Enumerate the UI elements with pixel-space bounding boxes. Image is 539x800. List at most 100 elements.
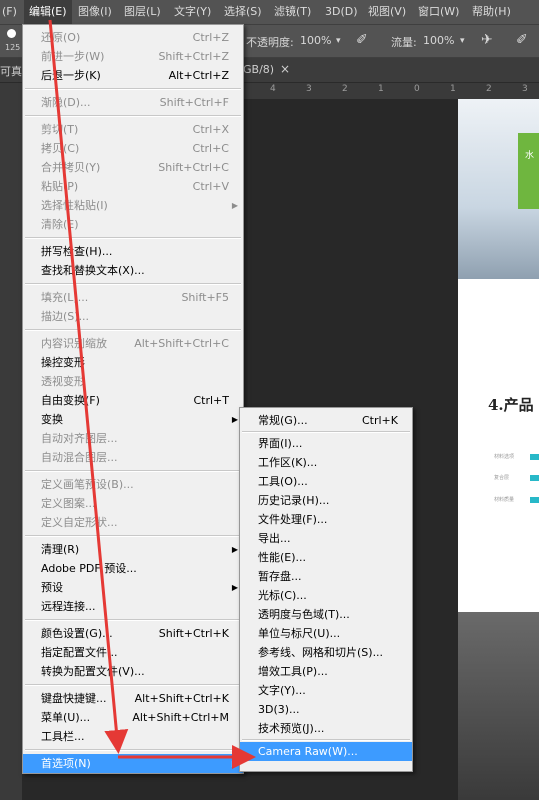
edit-menu-item[interactable]: 清理(R) ▶: [23, 540, 243, 559]
edit-menu-item[interactable]: 指定配置文件...: [23, 643, 243, 662]
brush-preview-icon[interactable]: [7, 29, 16, 38]
preferences-menu-item[interactable]: 工作区(K)...: [240, 453, 412, 472]
menu-filter[interactable]: 滤镜(T): [274, 0, 311, 24]
edit-menu-item[interactable]: 透视变形: [23, 372, 243, 391]
bar-label: 复合层: [494, 475, 510, 481]
edit-menu-item[interactable]: 颜色设置(G)... Shift+Ctrl+K: [23, 624, 243, 643]
menu-item-shortcut: Ctrl+Z: [192, 31, 229, 44]
edit-menu-item[interactable]: 还原(O) Ctrl+Z: [23, 28, 243, 47]
preferences-menu-item[interactable]: 单位与标尺(U)...: [240, 624, 412, 643]
edit-menu-item[interactable]: Adobe PDF 预设...: [23, 559, 243, 578]
menu-item-label: 自动混合图层...: [41, 451, 118, 464]
preferences-menu-item[interactable]: 性能(E)...: [240, 548, 412, 567]
edit-menu-item[interactable]: 远程连接...: [23, 597, 243, 616]
preferences-menu-item[interactable]: 透明度与色域(T)...: [240, 605, 412, 624]
menu-item-shortcut: Alt+Shift+Ctrl+K: [134, 692, 229, 705]
edit-menu-item[interactable]: 渐隐(D)... Shift+Ctrl+F: [23, 93, 243, 112]
opacity-label: 不透明度:: [246, 36, 294, 49]
chevron-down-icon[interactable]: ▾: [460, 36, 465, 46]
edit-menu-item[interactable]: 键盘快捷键... Alt+Shift+Ctrl+K: [23, 689, 243, 708]
menu-item-label: 定义画笔预设(B)...: [41, 478, 134, 491]
menu-item-label: 清除(E): [41, 218, 79, 231]
edit-menu-item[interactable]: 菜单(U)... Alt+Shift+Ctrl+M: [23, 708, 243, 727]
edit-menu-item[interactable]: 自动对齐图层...: [23, 429, 243, 448]
menu-image[interactable]: 图像(I): [78, 0, 112, 24]
close-icon[interactable]: ×: [280, 62, 290, 76]
menu-file[interactable]: (F): [2, 0, 17, 24]
preferences-menu-item[interactable]: 增效工具(P)...: [240, 662, 412, 681]
preferences-menu-item[interactable]: 参考线、网格和切片(S)...: [240, 643, 412, 662]
ruler-label: 4: [270, 84, 276, 94]
menu-item-label: 单位与标尺(U)...: [258, 627, 341, 640]
submenu-arrow-icon: ▶: [231, 583, 238, 592]
menu-select[interactable]: 选择(S): [224, 0, 262, 24]
menu-bar: (F) 编辑(E) 图像(I) 图层(L) 文字(Y) 选择(S) 滤镜(T) …: [0, 0, 539, 25]
edit-menu-item[interactable]: 拼写检查(H)...: [23, 242, 243, 261]
edit-menu-item[interactable]: 定义自定形状...: [23, 513, 243, 532]
menu-3d[interactable]: 3D(D): [325, 0, 358, 24]
edit-menu-item[interactable]: 变换 ▶: [23, 410, 243, 429]
menu-item-shortcut: Alt+Shift+Ctrl+C: [134, 337, 229, 350]
edit-menu-item[interactable]: 前进一步(W) Shift+Ctrl+Z: [23, 47, 243, 66]
preferences-menu-item[interactable]: 常规(G)... Ctrl+K: [240, 411, 412, 430]
menu-item-shortcut: Ctrl+X: [192, 123, 229, 136]
edit-menu-item[interactable]: 拷贝(C) Ctrl+C: [23, 139, 243, 158]
edit-menu-item[interactable]: 转换为配置文件(V)...: [23, 662, 243, 681]
edit-menu-item[interactable]: 选择性粘贴(I) ▶: [23, 196, 243, 215]
menu-window[interactable]: 窗口(W): [418, 0, 459, 24]
edit-menu-item[interactable]: 内容识别缩放 Alt+Shift+Ctrl+C: [23, 334, 243, 353]
edit-menu-item[interactable]: 自动混合图层...: [23, 448, 243, 467]
pressure-size-icon[interactable]: ✐: [516, 32, 528, 48]
preferences-menu-item[interactable]: 历史记录(H)...: [240, 491, 412, 510]
edit-menu-item[interactable]: 首选项(N) ▶: [23, 754, 243, 773]
edit-menu-item[interactable]: 工具栏...: [23, 727, 243, 746]
menu-item-label: 内容识别缩放: [41, 337, 107, 350]
menu-separator: [25, 684, 241, 686]
edit-menu-item[interactable]: 清除(E): [23, 215, 243, 234]
preferences-menu-item[interactable]: 界面(I)...: [240, 434, 412, 453]
menu-separator: [25, 470, 241, 472]
menu-item-label: 选择性粘贴(I): [41, 199, 108, 212]
edit-menu-item[interactable]: 后退一步(K) Alt+Ctrl+Z: [23, 66, 243, 85]
preferences-menu-item[interactable]: 光标(C)...: [240, 586, 412, 605]
menu-view[interactable]: 视图(V): [368, 0, 406, 24]
menu-type[interactable]: 文字(Y): [174, 0, 211, 24]
menu-item-shortcut: Shift+Ctrl+Z: [158, 50, 229, 63]
preferences-menu-item[interactable]: 技术预览(J)...: [240, 719, 412, 738]
menu-item-label: 变换: [41, 413, 63, 426]
menu-item-label: 定义自定形状...: [41, 516, 118, 529]
opacity-value[interactable]: 100%: [300, 34, 331, 47]
menu-item-label: 透视变形: [41, 375, 85, 388]
preferences-menu-item[interactable]: 文件处理(F)...: [240, 510, 412, 529]
tab-active-document[interactable]: GB/8): [243, 63, 274, 76]
preferences-menu-item[interactable]: 文字(Y)...: [240, 681, 412, 700]
preferences-menu-item[interactable]: 3D(3)...: [240, 700, 412, 719]
pressure-opacity-icon[interactable]: ✐: [356, 32, 368, 48]
edit-menu-item[interactable]: 粘贴(P) Ctrl+V: [23, 177, 243, 196]
preferences-menu-item[interactable]: Camera Raw(W)...: [240, 742, 412, 761]
edit-menu-item[interactable]: 定义画笔预设(B)...: [23, 475, 243, 494]
preferences-menu-item[interactable]: 工具(O)...: [240, 472, 412, 491]
edit-menu-item[interactable]: 合并拷贝(Y) Shift+Ctrl+C: [23, 158, 243, 177]
edit-menu-item[interactable]: 定义图案...: [23, 494, 243, 513]
bar-label: 材料质量: [494, 497, 515, 503]
edit-menu-item[interactable]: 预设 ▶: [23, 578, 243, 597]
menu-item-label: 描边(S)...: [41, 310, 90, 323]
edit-menu-item[interactable]: 查找和替换文本(X)...: [23, 261, 243, 280]
flow-value[interactable]: 100%: [423, 34, 454, 47]
chevron-down-icon[interactable]: ▾: [336, 36, 341, 46]
edit-menu-item[interactable]: 剪切(T) Ctrl+X: [23, 120, 243, 139]
menu-separator: [25, 619, 241, 621]
menu-layer[interactable]: 图层(L): [124, 0, 161, 24]
edit-menu-item[interactable]: 填充(L)... Shift+F5: [23, 288, 243, 307]
ruler-label: 2: [342, 84, 348, 94]
airbrush-icon[interactable]: ✈: [481, 32, 493, 48]
edit-menu-item[interactable]: 自由变换(F) Ctrl+T: [23, 391, 243, 410]
edit-menu-item[interactable]: 描边(S)...: [23, 307, 243, 326]
edit-menu-item[interactable]: 操控变形: [23, 353, 243, 372]
preferences-menu-item[interactable]: 导出...: [240, 529, 412, 548]
menu-edit[interactable]: 编辑(E): [24, 0, 72, 24]
document-bar: [530, 497, 539, 503]
menu-help[interactable]: 帮助(H): [472, 0, 511, 24]
preferences-menu-item[interactable]: 暂存盘...: [240, 567, 412, 586]
